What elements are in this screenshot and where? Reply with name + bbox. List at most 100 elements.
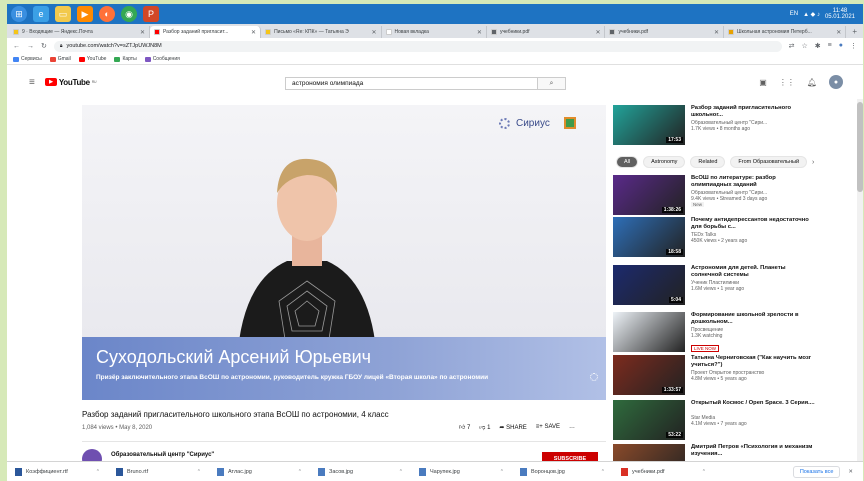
- tab-close-icon[interactable]: ✕: [595, 29, 600, 36]
- recommended-video[interactable]: 1:33:57 Татьяна Черниговская ("Как научит…: [613, 355, 818, 395]
- channel-name[interactable]: Образовательный центр "Сириус": [111, 452, 214, 458]
- download-item[interactable]: Воронцов.jpg ⌃: [512, 465, 613, 479]
- chevron-up-icon[interactable]: ⌃: [399, 469, 403, 475]
- video-player[interactable]: Сириус Суходольский Арсений Юрьевич Приз…: [82, 105, 606, 400]
- tab-close-icon[interactable]: ✕: [477, 29, 482, 36]
- download-item[interactable]: Засов.jpg ⌃: [310, 465, 411, 479]
- media-icon[interactable]: ▶: [77, 6, 93, 22]
- like-button[interactable]: 👍︎ 7: [459, 423, 470, 431]
- chips-next-icon[interactable]: ›: [812, 159, 814, 166]
- recommended-video[interactable]: Формирование школьной зрелости в дошколь…: [613, 312, 818, 352]
- chevron-up-icon[interactable]: ⌃: [197, 469, 201, 475]
- browser-tab[interactable]: Новая вкладка ✕: [382, 26, 487, 38]
- tab-close-icon[interactable]: ✕: [371, 29, 376, 36]
- filter-chip[interactable]: All: [616, 156, 639, 168]
- bookmark-item[interactable]: Сообщения: [144, 56, 180, 62]
- account-avatar[interactable]: ●: [829, 75, 843, 89]
- chevron-up-icon[interactable]: ⌃: [298, 469, 302, 475]
- video-thumbnail[interactable]: 1:33:57: [613, 355, 685, 395]
- bookmark-item[interactable]: YouTube: [78, 56, 106, 62]
- extension-icon[interactable]: ✱: [815, 42, 821, 50]
- recommended-title[interactable]: Астрономия для детей. Планеты солнечной …: [691, 265, 816, 279]
- video-thumbnail[interactable]: 18:58: [613, 217, 685, 257]
- file-icon: [419, 467, 426, 476]
- create-video-icon[interactable]: ▣: [759, 78, 767, 87]
- recommended-title[interactable]: Разбор заданий пригласительного школьног…: [691, 105, 816, 119]
- bookmark-item[interactable]: Gmail: [49, 56, 71, 62]
- bookmark-item[interactable]: Сервисы: [13, 56, 42, 62]
- more-actions-button[interactable]: …: [569, 424, 575, 430]
- firefox-icon[interactable]: ◐: [99, 6, 115, 22]
- star-icon[interactable]: ☆: [802, 42, 808, 50]
- new-tab-icon[interactable]: +: [846, 27, 863, 36]
- dislike-button[interactable]: 👎︎ 1: [479, 423, 490, 431]
- recommended-title[interactable]: Почему антидепрессантов недостаточно для…: [691, 217, 816, 231]
- tab-close-icon[interactable]: ✕: [836, 29, 841, 36]
- close-downloads-icon[interactable]: ✕: [848, 469, 853, 475]
- chevron-up-icon[interactable]: ⌃: [500, 469, 504, 475]
- video-thumbnail[interactable]: 1:38:26: [613, 175, 685, 215]
- save-button[interactable]: ≡+ SAVE: [536, 424, 560, 430]
- notifications-bell-icon[interactable]: 🔔︎: [807, 78, 817, 87]
- chevron-up-icon[interactable]: ⌃: [702, 469, 706, 475]
- back-icon[interactable]: ←: [13, 43, 20, 50]
- filter-chip[interactable]: Astronomy: [643, 156, 686, 168]
- browser-tab[interactable]: Разбор заданий пригласит... ✕: [150, 26, 262, 38]
- chrome-icon[interactable]: ◉: [121, 6, 137, 22]
- video-thumbnail[interactable]: [613, 312, 685, 352]
- recommended-video[interactable]: 17:53 Разбор заданий пригласительного шко…: [613, 105, 818, 145]
- tab-close-icon[interactable]: ✕: [714, 29, 719, 36]
- show-all-downloads-button[interactable]: Показать все: [792, 465, 841, 478]
- search-input[interactable]: астрономия олимпиада: [285, 77, 538, 90]
- chevron-up-icon[interactable]: ⌃: [96, 469, 100, 475]
- browser-tab[interactable]: 9 · Входящие — Яндекс.Почта ✕: [9, 26, 151, 38]
- browser-tab[interactable]: учебники.pdf ✕: [487, 26, 606, 38]
- search-button[interactable]: ⌕: [538, 77, 566, 90]
- tab-close-icon[interactable]: ✕: [251, 29, 256, 36]
- download-item[interactable]: Чарупек.jpg ⌃: [411, 465, 512, 479]
- apps-grid-icon[interactable]: ⋮⋮: [779, 78, 795, 87]
- video-thumbnail[interactable]: 17:53: [613, 105, 685, 145]
- powerpoint-icon[interactable]: P: [143, 6, 159, 22]
- folder-icon[interactable]: ▭: [55, 6, 71, 22]
- recommended-title[interactable]: Дмитрий Петров «Психология и механизм из…: [691, 444, 816, 458]
- recommended-title[interactable]: Открытый Космос / Open Space. 3 Серия...…: [691, 400, 816, 407]
- url-bar[interactable]: 🔒︎ youtube.com/watch?v=sZTJpUWJN8M: [53, 40, 782, 52]
- recommended-video[interactable]: 53:22 Открытый Космос / Open Space. 3 Сер…: [613, 400, 818, 440]
- clock[interactable]: 11:48 05.01.2021: [825, 8, 855, 20]
- video-thumbnail[interactable]: 5:04: [613, 265, 685, 305]
- bookmark-item[interactable]: Карты: [114, 56, 137, 62]
- download-item[interactable]: Атлас.jpg ⌃: [209, 465, 310, 479]
- video-duration: 17:53: [666, 137, 683, 143]
- chevron-up-icon[interactable]: ⌃: [601, 469, 605, 475]
- filter-chip[interactable]: Related: [690, 156, 726, 168]
- recommended-video[interactable]: 18:58 Почему антидепрессантов недостаточн…: [613, 217, 818, 257]
- forward-icon[interactable]: →: [27, 43, 34, 50]
- recommended-video[interactable]: 5:04 Астрономия для детей. Планеты солнеч…: [613, 265, 818, 305]
- browser-tab[interactable]: учебники.pdf ✕: [605, 26, 725, 38]
- download-item[interactable]: Bruno.rtf ⌃: [108, 465, 209, 479]
- profile-icon[interactable]: ●: [839, 42, 843, 50]
- download-item[interactable]: Коэффициент.rtf ⌃: [7, 465, 108, 479]
- ie-icon[interactable]: e: [33, 6, 49, 22]
- recommended-title[interactable]: Формирование школьной зрелости в дошколь…: [691, 312, 816, 326]
- video-thumbnail[interactable]: 53:22: [613, 400, 685, 440]
- recommended-title[interactable]: Татьяна Черниговская ("Как научить мозг …: [691, 355, 816, 369]
- download-item[interactable]: учебники.pdf ⌃: [613, 465, 714, 479]
- start-icon[interactable]: ⊞: [11, 6, 27, 22]
- reload-icon[interactable]: ↻: [41, 42, 47, 50]
- tab-close-icon[interactable]: ✕: [140, 29, 145, 36]
- filter-chip[interactable]: From Образовательный: [730, 156, 808, 168]
- language-indicator[interactable]: EN: [790, 11, 798, 17]
- recommended-video[interactable]: 1:38:26 ВсОШ по литературе: разбор олимпи…: [613, 175, 818, 215]
- page-scrollbar-thumb[interactable]: [857, 102, 863, 192]
- share-button[interactable]: ➦ SHARE: [499, 424, 526, 431]
- playlist-icon[interactable]: ≡: [828, 42, 832, 50]
- hamburger-menu-icon[interactable]: ≡: [29, 77, 35, 88]
- menu-icon[interactable]: ⋮: [850, 42, 857, 50]
- youtube-logo[interactable]: ▶ YouTube RU: [44, 78, 97, 87]
- browser-tab[interactable]: Письмо «Re: КПК» — Татьяна Э ✕: [261, 26, 382, 38]
- recommended-title[interactable]: ВсОШ по литературе: разбор олимпиадных з…: [691, 175, 816, 189]
- browser-tab[interactable]: Школьная астрономия Петерб... ✕: [724, 26, 847, 38]
- translate-icon[interactable]: ⇄: [789, 42, 795, 50]
